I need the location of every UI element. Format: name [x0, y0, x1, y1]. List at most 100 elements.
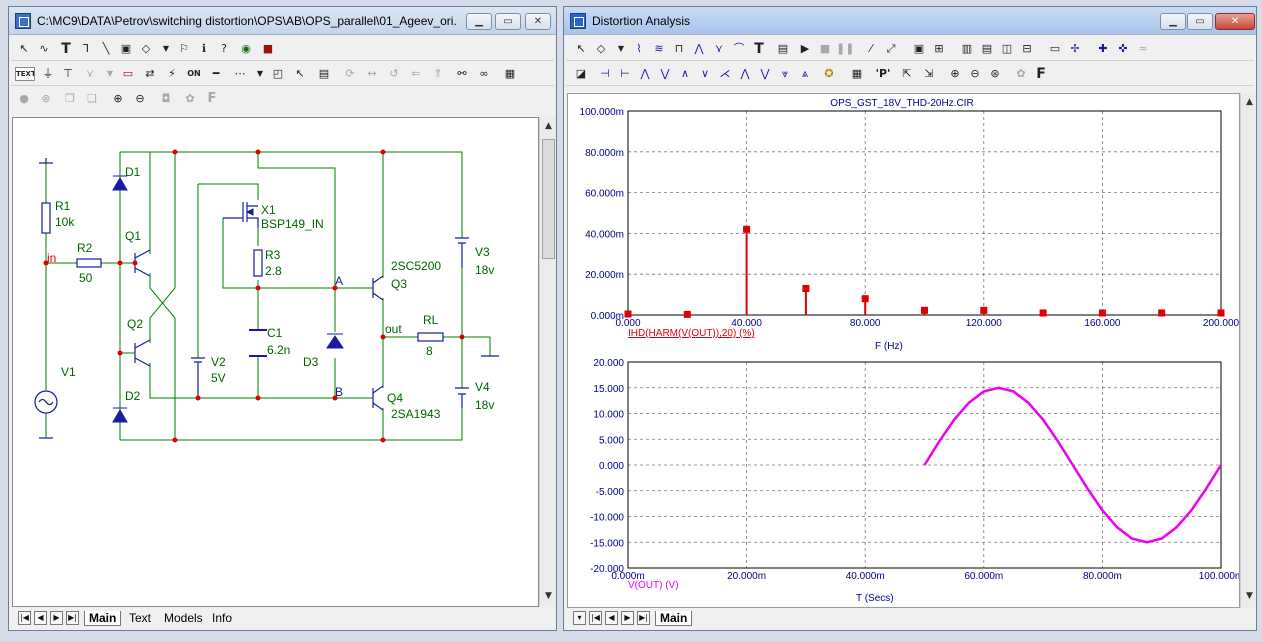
dropdown-2-icon[interactable]: ▼ — [101, 65, 119, 83]
nav-prev-dropdown-icon[interactable]: ▾ — [573, 611, 586, 625]
help-tool-icon[interactable]: ? — [215, 40, 233, 58]
data-point-icon[interactable]: ✚ — [1094, 40, 1112, 58]
global-high-icon[interactable]: ⋀ — [736, 65, 754, 83]
p-tool-icon[interactable]: 'P' — [872, 65, 894, 83]
grid-vert-icon[interactable]: ▥ — [958, 40, 976, 58]
nav-first-icon[interactable]: |◀ — [589, 611, 602, 625]
tab-info[interactable]: Info — [208, 611, 236, 626]
tokens-icon[interactable]: ✜ — [1114, 40, 1132, 58]
dropdown-3-icon[interactable]: ▼ — [251, 65, 269, 83]
schematic-titlebar[interactable]: C:\MC9\DATA\Petrov\switching distortion\… — [9, 7, 556, 35]
stop-icon[interactable]: ■ — [816, 40, 834, 58]
flip-v-icon[interactable]: ⇑ — [429, 65, 447, 83]
plot-vscrollbar[interactable]: ▲ ▼ — [1240, 93, 1256, 608]
run-icon[interactable]: ▶ — [796, 40, 814, 58]
properties-icon[interactable]: ▤ — [774, 40, 792, 58]
select-tool-icon[interactable]: ↖ — [15, 40, 33, 58]
cursor-right-icon[interactable]: ⊢ — [616, 65, 634, 83]
pin-connections-icon[interactable]: ⊤ — [59, 65, 77, 83]
inflection-icon[interactable]: ⋌ — [716, 65, 734, 83]
global-low-icon[interactable]: ⋁ — [756, 65, 774, 83]
grid-horiz-icon[interactable]: ▤ — [978, 40, 996, 58]
globe-icon[interactable]: ◉ — [237, 40, 255, 58]
slope-icon[interactable]: ⌒ — [730, 40, 748, 58]
shapes-tool-icon[interactable]: ◇ — [592, 40, 610, 58]
probe-y-icon[interactable]: ⇲ — [920, 65, 938, 83]
maximize-button[interactable]: ▭ — [1187, 13, 1213, 30]
dropdown-icon[interactable]: ▼ — [157, 40, 175, 58]
line-tool-icon[interactable]: ╲ — [97, 40, 115, 58]
border-icon[interactable]: ◰ — [269, 65, 287, 83]
line-icon[interactable]: ⁄ — [862, 40, 880, 58]
wire-tool-icon[interactable]: ⅂ — [77, 40, 95, 58]
tab-main[interactable]: Main — [84, 611, 122, 626]
nav-prev-icon[interactable]: ◀ — [34, 611, 47, 625]
probe-x-icon[interactable]: ⇱ — [898, 65, 916, 83]
paste-icon[interactable]: ❑ — [83, 90, 101, 108]
mirror-icon[interactable]: ↔ — [363, 65, 381, 83]
valley-2-icon[interactable]: ⋁ — [656, 65, 674, 83]
minimize-button[interactable]: ▁ — [466, 13, 492, 30]
dropdown-icon[interactable]: ▼ — [612, 40, 630, 58]
undo-icon[interactable]: ↺ — [385, 65, 403, 83]
plot-canvas[interactable]: OPS_GST_18V_THD-20Hz.CIR 0.000m 20.000m 40… — [567, 93, 1243, 608]
nav-last-icon[interactable]: ▶| — [637, 611, 650, 625]
tab-main[interactable]: Main — [655, 611, 693, 626]
nav-next-icon[interactable]: ▶ — [50, 611, 63, 625]
scroll-thumb[interactable] — [542, 139, 555, 259]
bottom-icon[interactable]: ⩓ — [796, 65, 814, 83]
select-mode-icon[interactable]: ↖ — [291, 65, 309, 83]
top-icon[interactable]: ⩔ — [776, 65, 794, 83]
valley-icon[interactable]: ⋎ — [710, 40, 728, 58]
minimize-button[interactable]: ▁ — [1160, 13, 1186, 30]
nav-last-icon[interactable]: ▶| — [66, 611, 79, 625]
probe-icon[interactable]: ■ — [259, 40, 277, 58]
scale-icon[interactable]: ⌇ — [630, 40, 648, 58]
flow-icon[interactable]: ⇄ — [141, 65, 159, 83]
analysis-text-icon[interactable]: T — [750, 40, 768, 58]
nav-first-icon[interactable]: |◀ — [18, 611, 31, 625]
frame-icon[interactable]: ▣ — [910, 40, 928, 58]
stop-icon[interactable]: ● — [15, 90, 33, 108]
tab-text[interactable]: Text — [125, 611, 155, 626]
bus-icon[interactable]: ━ — [207, 65, 225, 83]
zoom-in-icon[interactable]: ⊕ — [946, 65, 964, 83]
properties-icon[interactable]: ▤ — [315, 65, 333, 83]
low-icon[interactable]: ∨ — [696, 65, 714, 83]
zoom-out-icon[interactable]: ⊖ — [131, 90, 149, 108]
component-tool-icon[interactable]: ▣ — [117, 40, 135, 58]
line-2-icon[interactable]: ⤢ — [882, 40, 900, 58]
tracker-icon[interactable]: ✢ — [1066, 40, 1084, 58]
pause-icon[interactable]: ❚❚ — [836, 40, 854, 58]
on-icon[interactable]: ON — [185, 65, 203, 83]
scroll-down-icon[interactable]: ▼ — [1243, 591, 1256, 604]
wire-wave-icon[interactable]: ∿ — [35, 40, 53, 58]
nav-prev-icon[interactable]: ◀ — [605, 611, 618, 625]
nav-next-icon[interactable]: ▶ — [621, 611, 634, 625]
text-mode-icon[interactable]: TEXT — [15, 67, 35, 81]
binoculars-icon[interactable]: ∞ — [475, 65, 493, 83]
maximize-button[interactable]: ▭ — [495, 13, 521, 30]
presentation-icon[interactable]: ▦ — [501, 65, 519, 83]
tab-models[interactable]: Models — [160, 611, 207, 626]
peak-icon[interactable]: ⋀ — [690, 40, 708, 58]
scroll-down-icon[interactable]: ▼ — [542, 591, 555, 604]
flag-tool-icon[interactable]: ⚐ — [175, 40, 193, 58]
info-tool-icon[interactable]: ℹ — [195, 40, 213, 58]
analysis-window[interactable]: Distortion Analysis ▁ ▭ ✕ ↖ ◇ ▼ ⌇ ≋ ⊓ ⋀ … — [563, 6, 1257, 631]
color-icon[interactable]: ✿ — [181, 90, 199, 108]
text-tool-icon[interactable]: T — [57, 40, 75, 58]
zoom-out-icon[interactable]: ⊖ — [966, 65, 984, 83]
font-icon[interactable]: F — [1032, 65, 1050, 83]
node-numbers-icon[interactable]: ⏚ — [39, 65, 57, 83]
grid-dots-icon[interactable]: ⋯ — [231, 65, 249, 83]
clock-icon[interactable]: ✪ — [820, 65, 838, 83]
analysis-titlebar[interactable]: Distortion Analysis ▁ ▭ ✕ — [564, 7, 1256, 35]
wave-dim-icon[interactable]: ≈ — [1134, 40, 1152, 58]
rotate-icon[interactable]: ⟳ — [341, 65, 359, 83]
grid-box-2-icon[interactable]: ⊟ — [1018, 40, 1036, 58]
find-icon[interactable]: ⚯ — [453, 65, 471, 83]
font-icon[interactable]: F — [203, 90, 221, 108]
chart-icon[interactable]: ◪ — [572, 65, 590, 83]
grid-text-icon[interactable]: ⋎ — [81, 65, 99, 83]
